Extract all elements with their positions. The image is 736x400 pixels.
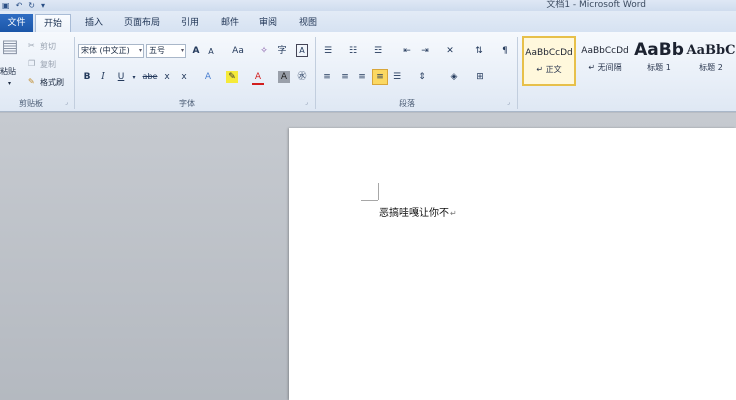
numbering-icon[interactable]: ☷ xyxy=(345,45,361,57)
dropdown-icon[interactable]: ▾ xyxy=(41,0,45,11)
chinese-layout-icon[interactable]: ✕ xyxy=(442,45,458,57)
bold-button[interactable]: B xyxy=(82,71,92,83)
style-sample: AaBbCcDd xyxy=(525,48,573,58)
justify-icon[interactable]: ≡ xyxy=(372,69,388,85)
window-title: 文档1 - Microsoft Word xyxy=(546,0,646,10)
underline-dropdown-icon[interactable]: ▾ xyxy=(130,72,138,84)
shading-icon[interactable]: ◈ xyxy=(446,71,462,83)
tab-view[interactable]: 视图 xyxy=(290,14,326,32)
strikethrough-button[interactable]: abe xyxy=(142,71,158,83)
highlight-icon[interactable]: ✎ xyxy=(226,71,238,83)
style-name: 标题 1 xyxy=(647,63,671,72)
underline-button[interactable]: U xyxy=(116,71,126,83)
line-spacing-icon[interactable]: ⇕ xyxy=(414,71,430,83)
tab-file[interactable]: 文件 xyxy=(0,14,33,32)
ribbon-tabs: 文件 开始 插入 页面布局 引用 邮件 审阅 视图 xyxy=(0,11,736,32)
undo-icon[interactable]: ↶ xyxy=(16,0,23,11)
grow-font-button[interactable]: A xyxy=(190,45,202,57)
ribbon: ▤ 粘贴 ▾ ✂ 剪切 ❐ 复制 ✎ 格式刷 剪贴板 ⌟ 宋体 (中文正) ▾ 五… xyxy=(0,32,736,112)
style-heading-1[interactable]: AaBb 标题 1 xyxy=(634,36,684,86)
sort-icon[interactable]: ⇅ xyxy=(472,45,486,57)
paragraph-group-label: 段落 xyxy=(399,99,415,108)
paragraph-text: 恶搞哇嘎让你不 xyxy=(379,208,449,219)
align-right-icon[interactable]: ≡ xyxy=(356,71,368,83)
clipboard-launcher-icon[interactable]: ⌟ xyxy=(65,99,68,106)
increase-indent-icon[interactable]: ⇥ xyxy=(418,45,432,57)
style-sample: AaBbC xyxy=(686,43,736,58)
change-case-button[interactable]: Aa xyxy=(230,45,246,57)
style-heading-2[interactable]: AaBbC 标题 2 xyxy=(686,36,736,86)
cut-button[interactable]: 剪切 xyxy=(40,41,56,52)
distributed-icon[interactable]: ☰ xyxy=(391,71,403,83)
style-sample: AaBbCcDd xyxy=(581,46,629,56)
style-no-spacing[interactable]: AaBbCcDd ↵ 无间隔 xyxy=(578,36,632,86)
margin-corner-mark xyxy=(361,200,378,201)
superscript-button[interactable]: x xyxy=(179,71,189,83)
quick-access-toolbar: ▣ ↶ ↻ ▾ xyxy=(2,0,45,11)
font-launcher-icon[interactable]: ⌟ xyxy=(305,99,308,106)
font-size-select[interactable]: 五号 ▾ xyxy=(146,44,186,58)
tab-page-layout[interactable]: 页面布局 xyxy=(118,14,166,32)
style-name: ↵ 无间隔 xyxy=(588,63,622,72)
bullets-icon[interactable]: ☰ xyxy=(320,45,336,57)
style-normal[interactable]: AaBbCcDd ↵ 正文 xyxy=(522,36,576,86)
document-workspace: 恶搞哇嘎让你不↵ xyxy=(0,113,736,400)
paragraph-launcher-icon[interactable]: ⌟ xyxy=(507,99,510,106)
multilevel-list-icon[interactable]: ☲ xyxy=(370,45,386,57)
subscript-button[interactable]: x xyxy=(162,71,172,83)
group-separator xyxy=(74,37,75,109)
borders-icon[interactable]: ⊞ xyxy=(472,71,488,83)
group-separator xyxy=(315,37,316,109)
paragraph-mark: ↵ xyxy=(450,209,457,218)
clipboard-group-label: 剪贴板 xyxy=(19,99,43,108)
tab-insert[interactable]: 插入 xyxy=(76,14,112,32)
group-separator xyxy=(517,37,518,109)
title-bar: ▣ ↶ ↻ ▾ 文档1 - Microsoft Word xyxy=(0,0,736,11)
copy-icon[interactable]: ❐ xyxy=(28,59,35,68)
tab-review[interactable]: 审阅 xyxy=(250,14,286,32)
save-icon[interactable]: ▣ xyxy=(2,0,10,11)
char-shading-icon[interactable]: A xyxy=(278,71,290,83)
phonetic-guide-icon[interactable]: 字 xyxy=(276,45,288,57)
tab-home[interactable]: 开始 xyxy=(35,14,71,32)
show-marks-icon[interactable]: ¶ xyxy=(500,45,510,57)
text-effects-icon[interactable]: A xyxy=(202,71,214,83)
paste-button[interactable]: 粘贴 xyxy=(0,66,16,77)
italic-button[interactable]: I xyxy=(98,71,108,83)
style-sample: AaBb xyxy=(634,40,684,60)
tab-references[interactable]: 引用 xyxy=(172,14,208,32)
align-center-icon[interactable]: ≡ xyxy=(339,71,351,83)
style-name: 标题 2 xyxy=(699,63,723,72)
decrease-indent-icon[interactable]: ⇤ xyxy=(400,45,414,57)
shrink-font-button[interactable]: A xyxy=(205,46,217,58)
paste-dropdown-icon[interactable]: ▾ xyxy=(8,80,11,87)
copy-button[interactable]: 复制 xyxy=(40,59,56,70)
redo-icon[interactable]: ↻ xyxy=(28,0,35,11)
clear-format-icon[interactable]: ✧ xyxy=(258,45,270,57)
style-name: ↵ 正文 xyxy=(536,65,562,74)
enclose-char-icon[interactable]: ㊌ xyxy=(296,71,308,83)
cut-icon[interactable]: ✂ xyxy=(28,41,35,50)
align-left-icon[interactable]: ≡ xyxy=(321,71,333,83)
paste-icon[interactable]: ▤ xyxy=(0,36,20,58)
tab-mailings[interactable]: 邮件 xyxy=(212,14,248,32)
font-family-select[interactable]: 宋体 (中文正) ▾ xyxy=(78,44,144,58)
margin-corner-mark xyxy=(378,183,379,200)
font-group-label: 字体 xyxy=(179,99,195,108)
document-text[interactable]: 恶搞哇嘎让你不↵ xyxy=(379,204,457,219)
char-border-icon[interactable]: A xyxy=(296,44,308,57)
format-painter-button[interactable]: 格式刷 xyxy=(40,77,64,88)
font-color-icon[interactable]: A xyxy=(252,71,264,85)
format-painter-icon[interactable]: ✎ xyxy=(28,77,35,86)
document-page[interactable]: 恶搞哇嘎让你不↵ xyxy=(289,128,736,400)
